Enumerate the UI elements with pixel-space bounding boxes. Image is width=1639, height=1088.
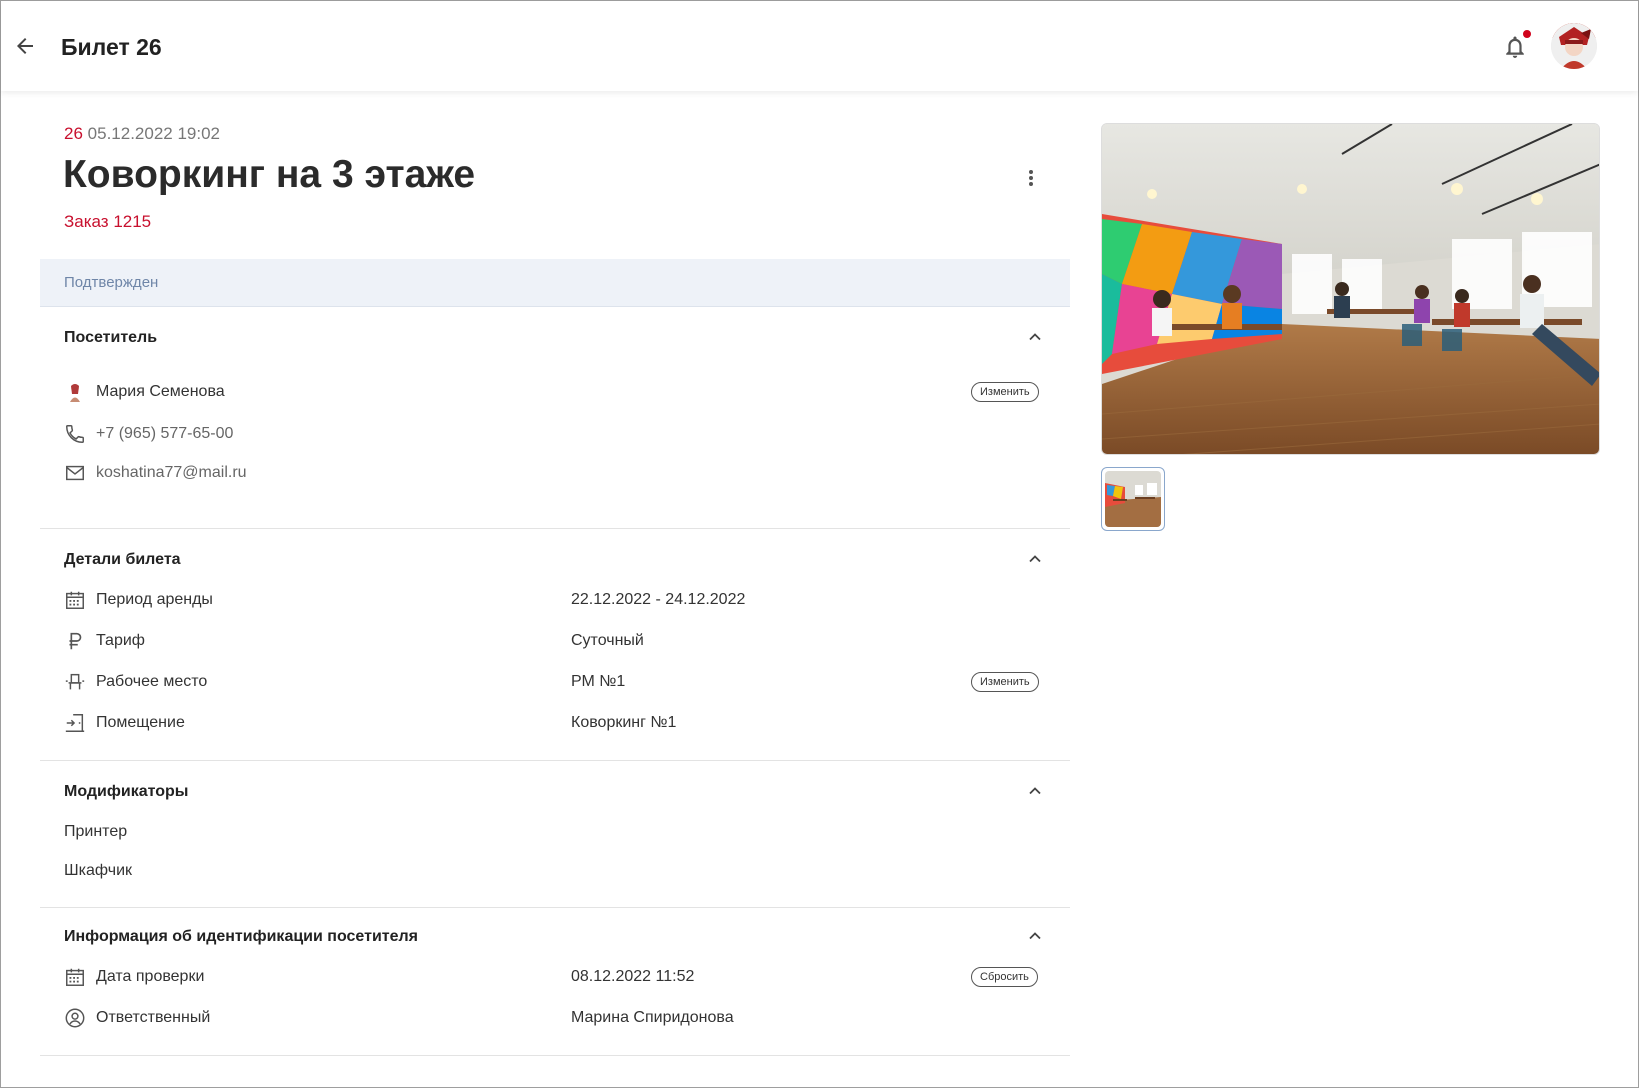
identification-section: Информация об идентификации посетителя Д… bbox=[40, 908, 1070, 1056]
chevron-up-icon[interactable] bbox=[1025, 327, 1045, 347]
notification-badge bbox=[1523, 30, 1531, 38]
visitor-name: Мария Семенова bbox=[96, 383, 225, 400]
ruble-icon bbox=[64, 630, 86, 652]
ticket-number: 26 bbox=[64, 124, 83, 143]
status-text: Подтвержден bbox=[64, 274, 159, 291]
identification-value: Марина Спиридонова bbox=[571, 1009, 734, 1026]
chevron-up-icon[interactable] bbox=[1025, 549, 1045, 569]
workplace-icon bbox=[64, 671, 86, 693]
user-avatar-icon bbox=[64, 381, 86, 403]
account-circle-icon bbox=[64, 1007, 86, 1029]
section-title: Детали билета bbox=[64, 551, 181, 568]
main-photo[interactable] bbox=[1101, 123, 1600, 455]
reset-button[interactable]: Сбросить bbox=[971, 967, 1038, 987]
detail-value: Суточный bbox=[571, 632, 644, 649]
bell-icon[interactable] bbox=[1503, 34, 1527, 60]
visitor-section: Посетитель Мария Семенова Изменить +7 (9… bbox=[40, 307, 1070, 529]
ticket-details-section: Детали билета Период аренды 22.12.2022 -… bbox=[40, 529, 1070, 761]
detail-label: Период аренды bbox=[96, 591, 213, 608]
mail-icon bbox=[64, 462, 86, 484]
avatar[interactable] bbox=[1551, 23, 1597, 69]
section-title: Информация об идентификации посетителя bbox=[64, 928, 419, 945]
phone-icon bbox=[64, 423, 86, 445]
detail-label: Рабочее место bbox=[96, 673, 208, 690]
detail-value: Коворкинг №1 bbox=[571, 714, 677, 731]
top-bar: Билет 26 bbox=[1, 1, 1638, 91]
modifier-item: Шкафчик bbox=[64, 862, 132, 879]
identification-label: Ответственный bbox=[96, 1009, 211, 1026]
identification-label: Дата проверки bbox=[96, 968, 205, 985]
section-title: Посетитель bbox=[64, 329, 158, 346]
ticket-title: Коворкинг на 3 этаже bbox=[63, 153, 476, 196]
detail-label: Помещение bbox=[96, 714, 185, 731]
calendar-icon bbox=[64, 966, 86, 988]
section-title: Модификаторы bbox=[64, 783, 189, 800]
modifier-item: Принтер bbox=[64, 823, 128, 840]
detail-value: РМ №1 bbox=[571, 673, 626, 690]
visitor-email[interactable]: koshatina77@mail.ru bbox=[96, 464, 247, 482]
back-arrow-icon[interactable] bbox=[13, 34, 37, 58]
visitor-phone[interactable]: +7 (965) 577-65-00 bbox=[96, 425, 233, 443]
change-workplace-button[interactable]: Изменить bbox=[971, 672, 1039, 692]
calendar-icon bbox=[64, 589, 86, 611]
door-enter-icon bbox=[64, 712, 86, 734]
change-visitor-button[interactable]: Изменить bbox=[971, 382, 1039, 402]
detail-label: Тариф bbox=[96, 632, 145, 649]
chevron-up-icon[interactable] bbox=[1025, 926, 1045, 946]
ticket-meta: 26 05.12.2022 19:02 bbox=[64, 124, 220, 144]
ticket-datetime: 05.12.2022 19:02 bbox=[87, 124, 221, 143]
identification-value: 08.12.2022 11:52 bbox=[571, 968, 695, 985]
chevron-up-icon[interactable] bbox=[1025, 781, 1045, 801]
order-link[interactable]: Заказ 1215 bbox=[64, 212, 151, 232]
more-vert-icon[interactable] bbox=[1023, 168, 1039, 192]
page-title: Билет 26 bbox=[61, 34, 162, 60]
status-bar: Подтвержден bbox=[40, 259, 1070, 307]
detail-value: 22.12.2022 - 24.12.2022 bbox=[571, 591, 746, 608]
modifiers-section: Модификаторы Принтер Шкафчик bbox=[40, 761, 1070, 908]
photo-thumbnail[interactable] bbox=[1101, 467, 1165, 531]
